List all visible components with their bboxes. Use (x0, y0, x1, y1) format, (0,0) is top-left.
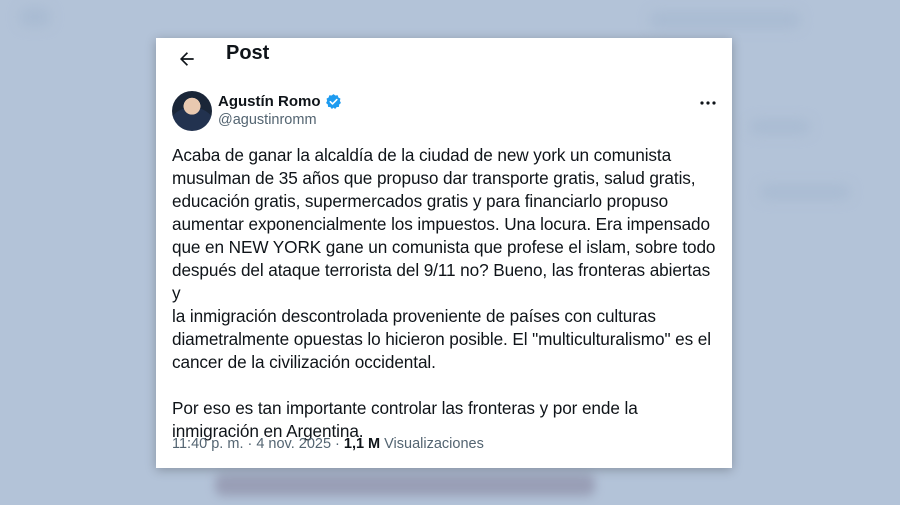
views-label: Visualizaciones (384, 436, 484, 452)
separator: · (247, 436, 253, 452)
more-options-button[interactable] (696, 92, 720, 110)
post-date[interactable]: 4 nov. 2025 (256, 436, 331, 452)
post-metadata: 11:40 p. m. · 4 nov. 2025 · 1,1 M Visual… (172, 436, 484, 452)
author-display-name[interactable]: Agustín Romo (218, 93, 321, 110)
views-count[interactable]: 1,1 M (344, 436, 380, 452)
post-text: Acaba de ganar la alcaldía de la ciudad … (172, 144, 722, 443)
post-paragraph-1: Acaba de ganar la alcaldía de la ciudad … (172, 145, 716, 372)
background-blur (650, 12, 800, 28)
back-button[interactable] (170, 44, 204, 78)
post-card: Post Agustín Romo @agustinromm Acaba de … (156, 38, 732, 468)
page-title: Post (226, 42, 270, 64)
separator: · (335, 436, 340, 452)
background-blur (20, 8, 50, 26)
post-paragraph-2: Por eso es tan importante controlar las … (172, 398, 638, 441)
background-blur (750, 120, 810, 134)
author-handle[interactable]: @agustinromm (218, 112, 317, 128)
post-time[interactable]: 11:40 p. m. (172, 436, 243, 452)
verified-badge-icon (325, 93, 342, 110)
author-name-row: Agustín Romo (218, 93, 342, 110)
more-dots-icon (700, 92, 716, 110)
avatar[interactable] (172, 91, 212, 131)
background-blur (760, 185, 850, 199)
post-header: Post (156, 38, 732, 88)
arrow-left-icon (177, 49, 197, 74)
background-blur (215, 474, 595, 496)
